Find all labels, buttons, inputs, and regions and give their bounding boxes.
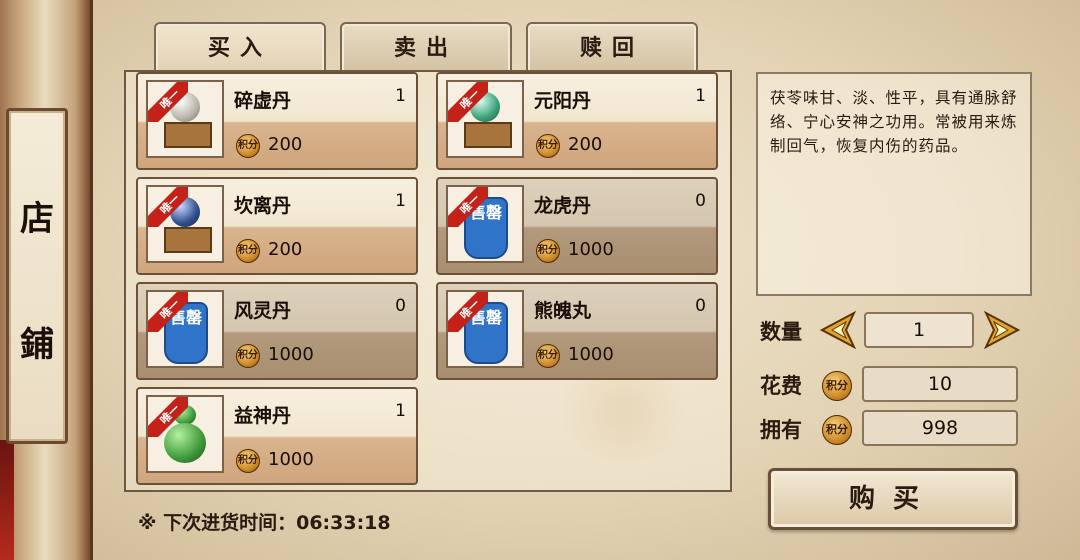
points-coin-icon: 积分 xyxy=(536,239,560,263)
item-card[interactable]: 唯一 坎离丹 1 积分 200 xyxy=(136,177,418,275)
item-card[interactable]: 唯一 益神丹 1 积分 1000 xyxy=(136,387,418,485)
shop-title-char-2: 鋪 xyxy=(20,325,54,365)
side-decoration xyxy=(0,440,14,560)
unique-ribbon: 唯一 xyxy=(148,187,188,227)
item-description: 茯苓味甘、淡、性平，具有通脉舒络、宁心安神之功用。常被用来炼制回气，恢复内伤的药… xyxy=(770,89,1018,155)
pedestal-icon xyxy=(164,227,212,253)
shop-title-plaque: 店 鋪 xyxy=(6,108,68,444)
item-quantity: 1 xyxy=(695,86,706,106)
item-name: 熊魄丸 xyxy=(534,300,592,322)
points-coin-icon: 积分 xyxy=(236,344,260,368)
points-coin-icon: 积分 xyxy=(236,239,260,263)
buy-button[interactable]: 购买 xyxy=(768,468,1018,530)
item-quantity: 1 xyxy=(395,86,406,106)
points-coin-icon: 积分 xyxy=(822,415,852,445)
item-description-box: 茯苓味甘、淡、性平，具有通脉舒络、宁心安神之功用。常被用来炼制回气，恢复内伤的药… xyxy=(756,72,1032,296)
item-name: 龙虎丹 xyxy=(534,195,592,217)
item-price: 1000 xyxy=(568,344,614,365)
restock-timer: ※ 下次进货时间：06:33:18 xyxy=(138,508,391,535)
item-thumbnail: 唯一 xyxy=(146,185,224,263)
unique-ribbon: 唯一 xyxy=(448,82,488,122)
points-coin-icon: 积分 xyxy=(536,344,560,368)
item-thumbnail: 售罄 唯一 xyxy=(446,290,524,368)
points-coin-icon: 积分 xyxy=(236,449,260,473)
tab-sell[interactable]: 卖出 xyxy=(340,22,512,72)
item-name: 风灵丹 xyxy=(234,300,292,322)
item-price: 1000 xyxy=(268,344,314,365)
tab-buy[interactable]: 买入 xyxy=(154,22,326,72)
quantity-label: 数量 xyxy=(760,319,802,344)
item-thumbnail: 售罄 唯一 xyxy=(446,185,524,263)
unique-ribbon: 唯一 xyxy=(448,187,488,227)
item-quantity: 0 xyxy=(395,296,406,316)
item-thumbnail: 唯一 xyxy=(446,80,524,158)
item-thumbnail: 唯一 xyxy=(146,395,224,473)
item-card[interactable]: 唯一 碎虚丹 1 积分 200 xyxy=(136,72,418,170)
item-price: 1000 xyxy=(568,239,614,260)
cost-value: 10 xyxy=(862,366,1018,402)
owned-value: 998 xyxy=(862,410,1018,446)
item-price: 200 xyxy=(268,134,303,155)
unique-ribbon: 唯一 xyxy=(148,292,188,332)
item-card[interactable]: 唯一 元阳丹 1 积分 200 xyxy=(436,72,718,170)
item-name: 元阳丹 xyxy=(534,90,592,112)
item-card[interactable]: 售罄 唯一 风灵丹 0 积分 1000 xyxy=(136,282,418,380)
unique-ribbon: 唯一 xyxy=(148,82,188,122)
item-quantity: 1 xyxy=(395,401,406,421)
unique-ribbon: 唯一 xyxy=(148,397,188,437)
pedestal-icon xyxy=(164,122,212,148)
pedestal-icon xyxy=(464,122,512,148)
points-coin-icon: 积分 xyxy=(236,134,260,158)
item-name: 益神丹 xyxy=(234,405,292,427)
item-name: 坎离丹 xyxy=(234,195,292,217)
item-price: 200 xyxy=(568,134,603,155)
shop-window: 店 鋪 买入 卖出 赎回 唯一 碎虚丹 1 积分 200 唯一 元阳丹 1 积分… xyxy=(0,0,1080,560)
item-card[interactable]: 售罄 唯一 熊魄丸 0 积分 1000 xyxy=(436,282,718,380)
item-quantity: 0 xyxy=(695,191,706,211)
unique-ribbon: 唯一 xyxy=(448,292,488,332)
item-name: 碎虚丹 xyxy=(234,90,292,112)
restock-time: 06:33:18 xyxy=(296,512,391,534)
item-thumbnail: 唯一 xyxy=(146,80,224,158)
points-coin-icon: 积分 xyxy=(822,371,852,401)
decrease-arrow-icon[interactable] xyxy=(820,311,858,349)
item-price: 1000 xyxy=(268,449,314,470)
owned-label: 拥有 xyxy=(760,417,802,442)
item-thumbnail: 售罄 唯一 xyxy=(146,290,224,368)
item-quantity: 1 xyxy=(395,191,406,211)
restock-label: ※ 下次进货时间： xyxy=(138,512,297,534)
item-price: 200 xyxy=(268,239,303,260)
item-card[interactable]: 售罄 唯一 龙虎丹 0 积分 1000 xyxy=(436,177,718,275)
cost-label: 花费 xyxy=(760,373,802,398)
points-coin-icon: 积分 xyxy=(536,134,560,158)
item-quantity: 0 xyxy=(695,296,706,316)
shop-title-char-1: 店 xyxy=(20,199,54,239)
tab-redeem[interactable]: 赎回 xyxy=(526,22,698,72)
quantity-input[interactable]: 1 xyxy=(864,312,974,348)
increase-arrow-icon[interactable] xyxy=(982,311,1020,349)
